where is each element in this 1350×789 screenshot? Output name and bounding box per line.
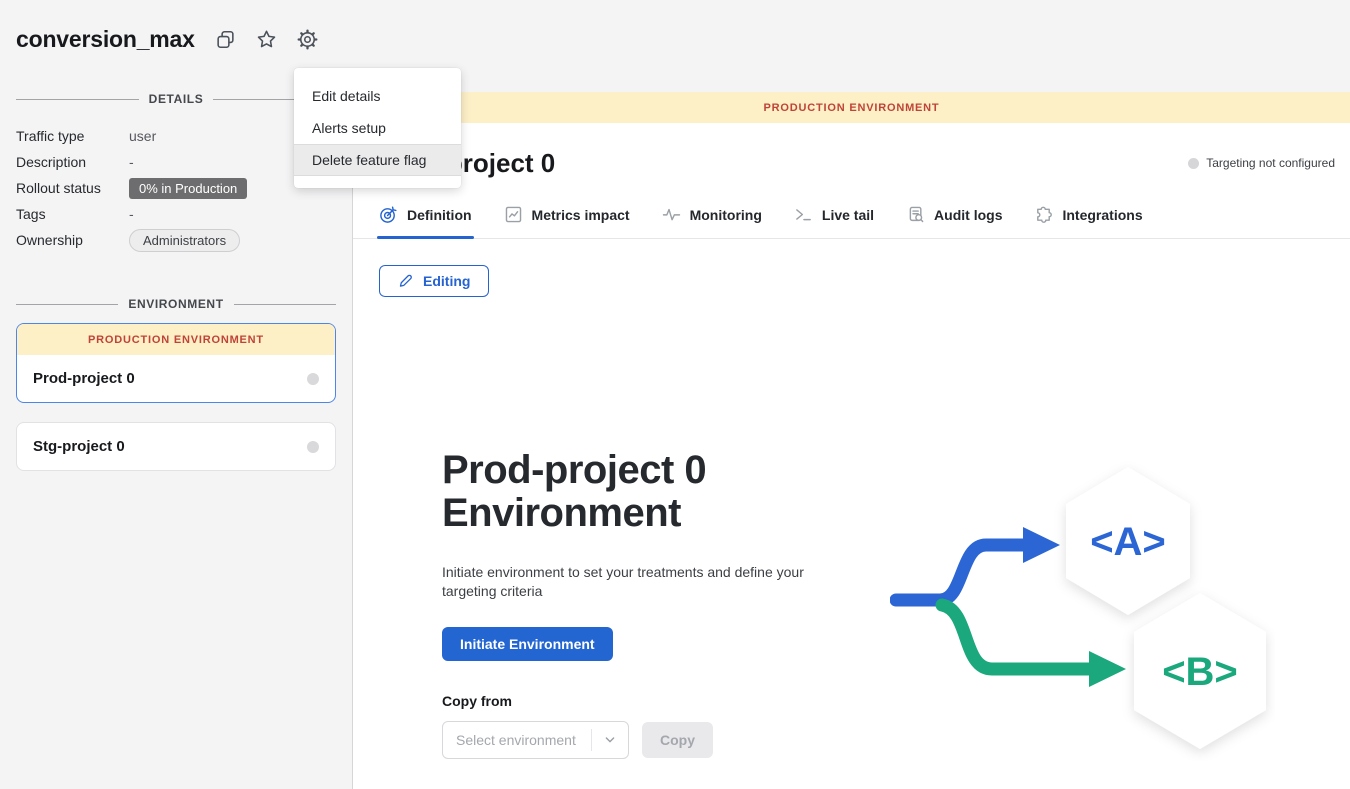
star-icon[interactable] bbox=[256, 29, 277, 50]
gear-icon[interactable] bbox=[297, 29, 318, 50]
topbar: conversion_max bbox=[0, 0, 1350, 92]
detail-row-ownership: Ownership Administrators bbox=[16, 227, 336, 253]
feature-flag-page: conversion_max bbox=[0, 0, 1350, 789]
targeting-status-label: Targeting not configured bbox=[1206, 156, 1335, 170]
status-dot bbox=[307, 373, 319, 385]
terminal-icon bbox=[794, 205, 813, 224]
copy-from-label: Copy from bbox=[442, 693, 822, 709]
status-dot bbox=[307, 441, 319, 453]
details-heading: DETAILS bbox=[16, 92, 336, 106]
detail-label: Description bbox=[16, 154, 129, 170]
environment-name: Prod-project 0 bbox=[33, 370, 135, 387]
tab-label: Metrics impact bbox=[532, 207, 630, 223]
environment-select[interactable]: Select environment bbox=[442, 721, 629, 759]
detail-value: user bbox=[129, 128, 156, 144]
tab-label: Integrations bbox=[1062, 207, 1142, 223]
select-placeholder: Select environment bbox=[443, 732, 591, 748]
details-rows: Traffic type user Description - Rollout … bbox=[16, 123, 336, 253]
initiate-environment-button[interactable]: Initiate Environment bbox=[442, 627, 613, 661]
empty-state-description: Initiate environment to set your treatme… bbox=[442, 563, 814, 601]
tab-monitoring[interactable]: Monitoring bbox=[662, 205, 762, 238]
detail-label: Traffic type bbox=[16, 128, 129, 144]
blue-branch-line bbox=[896, 545, 1024, 600]
detail-row-tags: Tags - bbox=[16, 201, 336, 227]
settings-menu: Edit details Alerts setup Delete feature… bbox=[294, 68, 461, 188]
main-content: PRODUCTION ENVIRONMENT Prod-project 0 Ta… bbox=[353, 92, 1350, 789]
detail-value: - bbox=[129, 154, 134, 170]
environment-card-stg[interactable]: Stg-project 0 bbox=[16, 422, 336, 471]
editing-button-label: Editing bbox=[423, 273, 470, 289]
empty-state-title: Prod-project 0 Environment bbox=[442, 449, 787, 535]
tab-integrations[interactable]: Integrations bbox=[1034, 205, 1142, 238]
line-chart-icon bbox=[504, 205, 523, 224]
detail-row-traffic-type: Traffic type user bbox=[16, 123, 336, 149]
targeting-status: Targeting not configured bbox=[1188, 156, 1335, 170]
rollout-status-badge: 0% in Production bbox=[129, 178, 247, 199]
pencil-icon bbox=[398, 273, 414, 289]
chevron-down-icon bbox=[592, 732, 628, 748]
editing-button[interactable]: Editing bbox=[379, 265, 489, 297]
environment-empty-state: Prod-project 0 Environment Initiate envi… bbox=[353, 449, 1350, 761]
duplicate-icon[interactable] bbox=[215, 29, 236, 50]
tab-label: Monitoring bbox=[690, 207, 762, 223]
environment-name: Stg-project 0 bbox=[33, 438, 125, 455]
tab-live-tail[interactable]: Live tail bbox=[794, 205, 874, 238]
tab-metrics-impact[interactable]: Metrics impact bbox=[504, 205, 630, 238]
detail-row-description: Description - bbox=[16, 149, 336, 175]
detail-row-rollout-status: Rollout status 0% in Production bbox=[16, 175, 336, 201]
pulse-icon bbox=[662, 205, 681, 224]
menu-item-edit-details[interactable]: Edit details bbox=[294, 80, 461, 112]
flag-name-title: conversion_max bbox=[16, 26, 195, 53]
menu-item-delete-feature-flag[interactable]: Delete feature flag bbox=[294, 144, 461, 176]
tab-definition[interactable]: Definition bbox=[379, 205, 472, 238]
sidebar: DETAILS Traffic type user Description - … bbox=[0, 92, 353, 789]
document-search-icon bbox=[906, 205, 925, 224]
environment-card-prod[interactable]: PRODUCTION ENVIRONMENT Prod-project 0 bbox=[16, 323, 336, 403]
production-environment-banner: PRODUCTION ENVIRONMENT bbox=[353, 92, 1350, 123]
target-icon bbox=[379, 205, 398, 224]
green-branch-line bbox=[942, 605, 1090, 669]
tab-label: Definition bbox=[407, 207, 472, 223]
green-arrowhead-icon bbox=[1089, 651, 1126, 687]
tab-label: Live tail bbox=[822, 207, 874, 223]
menu-item-alerts-setup[interactable]: Alerts setup bbox=[294, 112, 461, 144]
environment-heading: ENVIRONMENT bbox=[16, 297, 336, 311]
tab-label: Audit logs bbox=[934, 207, 1002, 223]
ab-split-illustration: <A> <B> bbox=[890, 459, 1275, 761]
detail-value: - bbox=[129, 206, 134, 222]
blue-arrowhead-icon bbox=[1023, 527, 1060, 563]
production-environment-label: PRODUCTION ENVIRONMENT bbox=[17, 324, 335, 355]
detail-label: Rollout status bbox=[16, 180, 129, 196]
variant-a-label: <A> bbox=[1090, 520, 1166, 564]
tab-audit-logs[interactable]: Audit logs bbox=[906, 205, 1002, 238]
tab-bar: Definition Metrics impact Monitoring bbox=[353, 205, 1350, 239]
detail-label: Ownership bbox=[16, 232, 129, 248]
status-dot bbox=[1188, 158, 1199, 169]
variant-b-label: <B> bbox=[1162, 650, 1238, 694]
variant-b-hexagon: <B> bbox=[1134, 593, 1266, 749]
copy-button[interactable]: Copy bbox=[642, 722, 713, 758]
ownership-pill[interactable]: Administrators bbox=[129, 229, 240, 252]
puzzle-icon bbox=[1034, 205, 1053, 224]
detail-label: Tags bbox=[16, 206, 129, 222]
variant-a-hexagon: <A> bbox=[1066, 467, 1190, 615]
